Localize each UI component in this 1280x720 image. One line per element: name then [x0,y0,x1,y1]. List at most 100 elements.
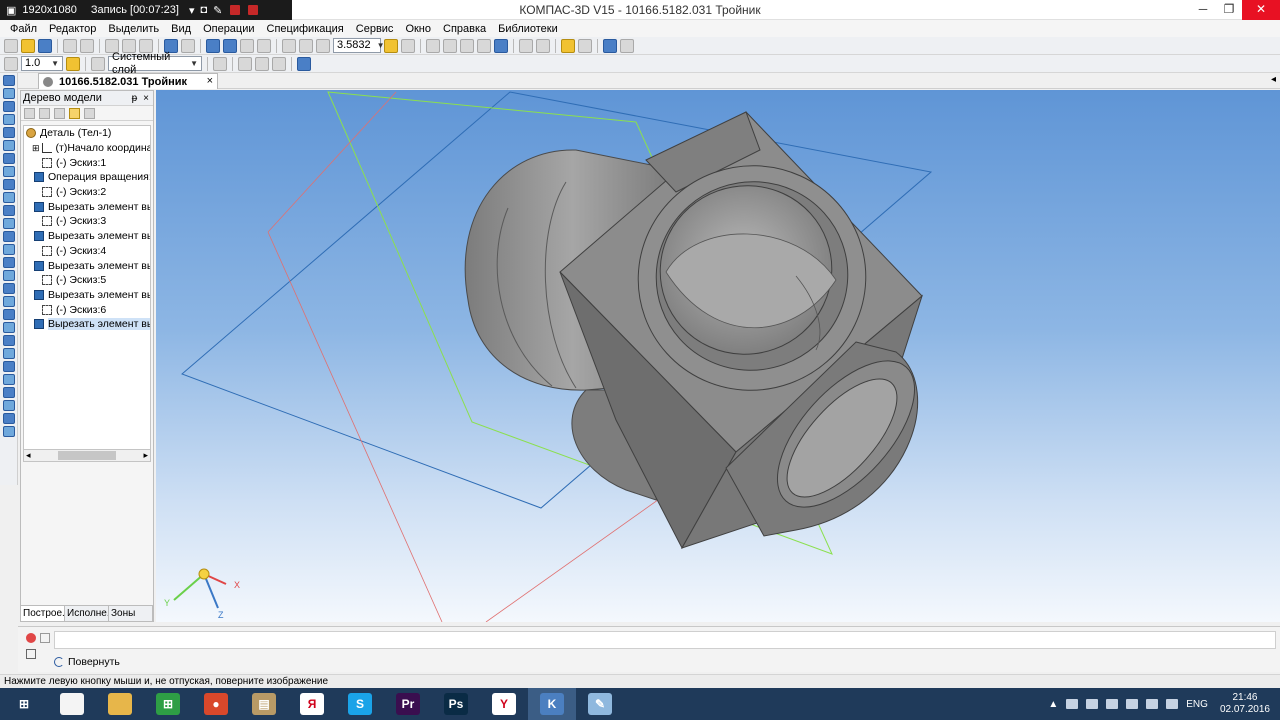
manager-icon[interactable] [206,38,220,53]
pause-icon[interactable] [230,5,241,15]
line-scale-combo[interactable]: 1.0 ▼ [21,56,63,71]
snaps-icon[interactable] [272,56,286,71]
tree-horizontal-scrollbar[interactable]: ◂ ▸ [23,449,151,462]
pen-icon[interactable]: ✎ [213,4,222,17]
spec-icon[interactable] [3,179,15,190]
cut-revolve-icon[interactable] [3,296,15,307]
taskbar-skype[interactable]: S [336,688,384,720]
tab-build[interactable]: Построе... [21,606,65,621]
halftone-icon[interactable] [477,38,491,53]
menu-help[interactable]: Справка [437,23,492,35]
tree-structure-icon[interactable] [39,107,50,119]
select-icon[interactable] [3,166,15,177]
rotate-icon[interactable] [384,38,398,53]
tree-item[interactable]: (-) Эскиз:4 [24,244,150,259]
print-icon[interactable] [63,38,77,53]
layer-icon[interactable] [91,56,105,71]
surface-icon[interactable] [3,400,15,411]
volume-icon[interactable] [1126,699,1139,709]
round-icon[interactable] [255,56,269,71]
hidden-lines-icon[interactable] [443,38,457,53]
rotate-button[interactable]: Повернуть [54,655,120,669]
preview-icon[interactable] [80,38,94,53]
insert-icon[interactable] [3,205,15,216]
taskbar-kompas[interactable]: K [528,688,576,720]
taskbar-archive[interactable]: ▤ [240,688,288,720]
cancel-icon[interactable] [40,633,50,643]
save-icon[interactable] [38,38,52,53]
scroll-thumb[interactable] [58,451,116,460]
new-file-icon[interactable] [4,38,18,53]
tree-item[interactable]: Вырезать элемент выдавливания:4 [24,288,150,303]
clock[interactable]: 21:46 02.07.2016 [1220,692,1270,716]
variables-icon[interactable] [240,38,254,53]
taskbar-chrome[interactable]: ● [192,688,240,720]
maximize-button[interactable]: ❐ [1216,0,1242,20]
notation-icon[interactable] [3,114,15,125]
sketch-tool-icon[interactable] [3,88,15,99]
fragments-icon[interactable] [3,218,15,229]
menu-specification[interactable]: Спецификация [261,23,350,35]
mirror-icon[interactable] [3,387,15,398]
geometry-icon[interactable] [3,75,15,86]
display-icon[interactable] [1106,699,1119,709]
snap-icon[interactable] [536,38,550,53]
zoom-window-icon[interactable] [299,38,313,53]
rib-icon[interactable] [3,348,15,359]
recorder-dropdown-icon[interactable]: ▾ [189,4,195,17]
taskbar-explorer[interactable] [96,688,144,720]
filter-icon[interactable] [519,38,533,53]
scroll-left-icon[interactable]: ◂ [26,450,31,461]
layer-combo[interactable]: Системный слой ▼ [108,51,202,76]
measure-2d-icon[interactable] [3,153,15,164]
wireframe-icon[interactable] [426,38,440,53]
menu-view[interactable]: Вид [165,23,197,35]
tree-filter-icon[interactable] [69,107,80,119]
measure-icon[interactable] [603,38,617,53]
camera-icon[interactable]: ◘ [200,4,207,16]
taskbar-premiere[interactable]: Pr [384,688,432,720]
taskbar-start[interactable]: ⊞ [0,688,48,720]
taskbar-store[interactable]: ⊞ [144,688,192,720]
taskbar-file[interactable] [48,688,96,720]
tree-item[interactable]: Вырезать элемент выдавливания:2 [24,229,150,244]
wifi-icon[interactable] [1166,699,1179,709]
tab-executions[interactable]: Исполне... [65,606,109,621]
dimension-icon[interactable] [3,101,15,112]
tree-order-icon[interactable] [24,107,35,119]
tree-item[interactable]: Операция вращения:1 [24,170,150,185]
thin-lines-icon[interactable] [460,38,474,53]
pin-icon[interactable]: ᵽ [132,93,138,104]
parameterize-icon[interactable] [3,140,15,151]
sheet-metal-icon[interactable] [3,413,15,424]
battery-icon[interactable] [1146,699,1159,709]
orthogonal-icon[interactable] [213,56,227,71]
step-icon[interactable] [4,56,18,71]
menu-libraries[interactable]: Библиотеки [492,23,564,35]
grid-icon[interactable] [66,56,80,71]
tree-dropdown-icon[interactable] [54,107,65,119]
menu-edit[interactable]: Редактор [43,23,102,35]
model-viewport[interactable]: X Y Z [156,90,1280,622]
windows-icon[interactable] [1086,699,1099,709]
tree-icon[interactable] [223,38,237,53]
menu-service[interactable]: Сервис [350,23,400,35]
stop-icon[interactable] [26,633,36,643]
minimize-button[interactable]: ─ [1190,0,1216,20]
shaded-icon[interactable] [494,38,508,53]
tree-item[interactable]: Вырезать элемент выдавливания:1 [24,199,150,214]
tree-item[interactable]: (-) Эскиз:2 [24,185,150,200]
tray-expand-icon[interactable]: ▲ [1048,699,1058,710]
shell-icon[interactable] [3,361,15,372]
zoom-combo[interactable]: 3.5832 ▼ [333,38,385,53]
array-icon[interactable] [3,374,15,385]
zoom-icon[interactable] [316,38,330,53]
library-icon[interactable] [561,38,575,53]
cursor-icon[interactable] [297,56,311,71]
extrude-icon[interactable] [3,231,15,242]
cut-extrude-icon[interactable] [3,283,15,294]
hole-icon[interactable] [3,335,15,346]
menu-select[interactable]: Выделить [102,23,165,35]
revolve-icon[interactable] [3,244,15,255]
menu-operations[interactable]: Операции [197,23,260,35]
